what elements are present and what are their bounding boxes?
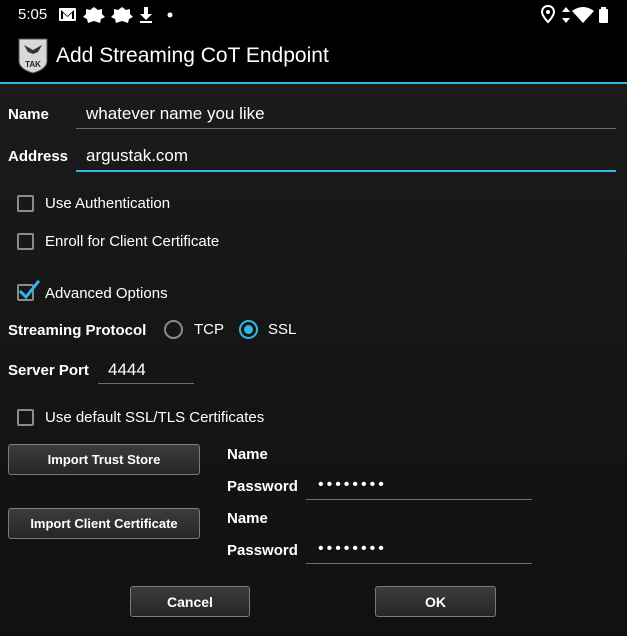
address-field-underline bbox=[76, 170, 616, 172]
wifi-icon bbox=[572, 7, 594, 23]
trust-store-password-field[interactable]: •••••••• bbox=[306, 472, 532, 500]
trust-store-password-mask: •••••••• bbox=[318, 476, 387, 493]
use-authentication-checkbox[interactable]: Use Authentication bbox=[16, 192, 316, 216]
enroll-client-certificate-label: Enroll for Client Certificate bbox=[45, 233, 220, 250]
trust-store-password-underline bbox=[306, 499, 532, 500]
use-default-certificates-checkbox[interactable]: Use default SSL/TLS Certificates bbox=[16, 406, 316, 430]
server-port-field[interactable]: 4444 bbox=[98, 355, 194, 385]
gmail-icon bbox=[59, 8, 76, 21]
protocol-radio-ssl[interactable]: SSL bbox=[238, 318, 308, 342]
checkbox-box bbox=[17, 195, 34, 212]
dot-icon bbox=[167, 12, 173, 18]
use-authentication-label: Use Authentication bbox=[45, 195, 171, 212]
protocol-ssl-label: SSL bbox=[268, 321, 297, 338]
use-default-certificates-label: Use default SSL/TLS Certificates bbox=[45, 409, 265, 426]
data-arrows-icon bbox=[562, 7, 570, 23]
radio-circle-selected bbox=[239, 320, 258, 339]
radio-circle bbox=[164, 320, 183, 339]
notification-icons bbox=[59, 7, 173, 23]
app-icon bbox=[111, 7, 133, 23]
client-cert-password-mask: •••••••• bbox=[318, 540, 387, 557]
import-trust-store-button[interactable]: Import Trust Store bbox=[8, 444, 200, 475]
name-field-value: whatever name you like bbox=[86, 104, 265, 123]
download-icon bbox=[140, 7, 152, 23]
enroll-client-certificate-checkbox[interactable]: Enroll for Client Certificate bbox=[16, 230, 316, 254]
advanced-options-checkbox[interactable]: Advanced Options bbox=[16, 279, 316, 305]
name-field[interactable]: whatever name you like bbox=[76, 98, 616, 130]
status-bar: 5:05 bbox=[0, 0, 627, 30]
ok-button[interactable]: OK bbox=[375, 586, 496, 617]
client-cert-password-underline bbox=[306, 563, 532, 564]
client-cert-password-field[interactable]: •••••••• bbox=[306, 536, 532, 564]
dialog-title: Add Streaming CoT Endpoint bbox=[56, 44, 329, 67]
advanced-options-label: Advanced Options bbox=[45, 285, 168, 302]
address-field-value: argustak.com bbox=[86, 146, 189, 165]
logo-text: TAK bbox=[25, 60, 41, 69]
import-client-certificate-button[interactable]: Import Client Certificate bbox=[8, 508, 200, 539]
address-label: Address bbox=[8, 148, 69, 165]
checkmark-icon bbox=[18, 279, 41, 300]
address-field[interactable]: argustak.com bbox=[76, 140, 616, 173]
streaming-protocol-label: Streaming Protocol bbox=[8, 322, 147, 339]
server-port-value: 4444 bbox=[108, 360, 146, 379]
trust-store-name-label: Name bbox=[227, 446, 268, 463]
cancel-button[interactable]: Cancel bbox=[130, 586, 250, 617]
checkbox-box bbox=[17, 409, 34, 426]
name-field-underline bbox=[76, 128, 616, 129]
tak-logo-icon: TAK bbox=[18, 38, 48, 74]
name-label: Name bbox=[8, 106, 49, 123]
location-icon bbox=[540, 5, 556, 24]
client-cert-password-label: Password bbox=[227, 542, 298, 559]
app-icon bbox=[83, 7, 105, 23]
system-icons bbox=[540, 5, 608, 24]
battery-icon bbox=[599, 7, 608, 23]
checkbox-box bbox=[17, 233, 34, 250]
server-port-underline bbox=[98, 383, 194, 384]
status-time: 5:05 bbox=[18, 6, 48, 23]
trust-store-password-label: Password bbox=[227, 478, 298, 495]
client-cert-name-label: Name bbox=[227, 510, 268, 527]
protocol-tcp-label: TCP bbox=[194, 321, 224, 338]
protocol-radio-tcp[interactable]: TCP bbox=[163, 318, 233, 342]
server-port-label: Server Port bbox=[8, 362, 89, 379]
